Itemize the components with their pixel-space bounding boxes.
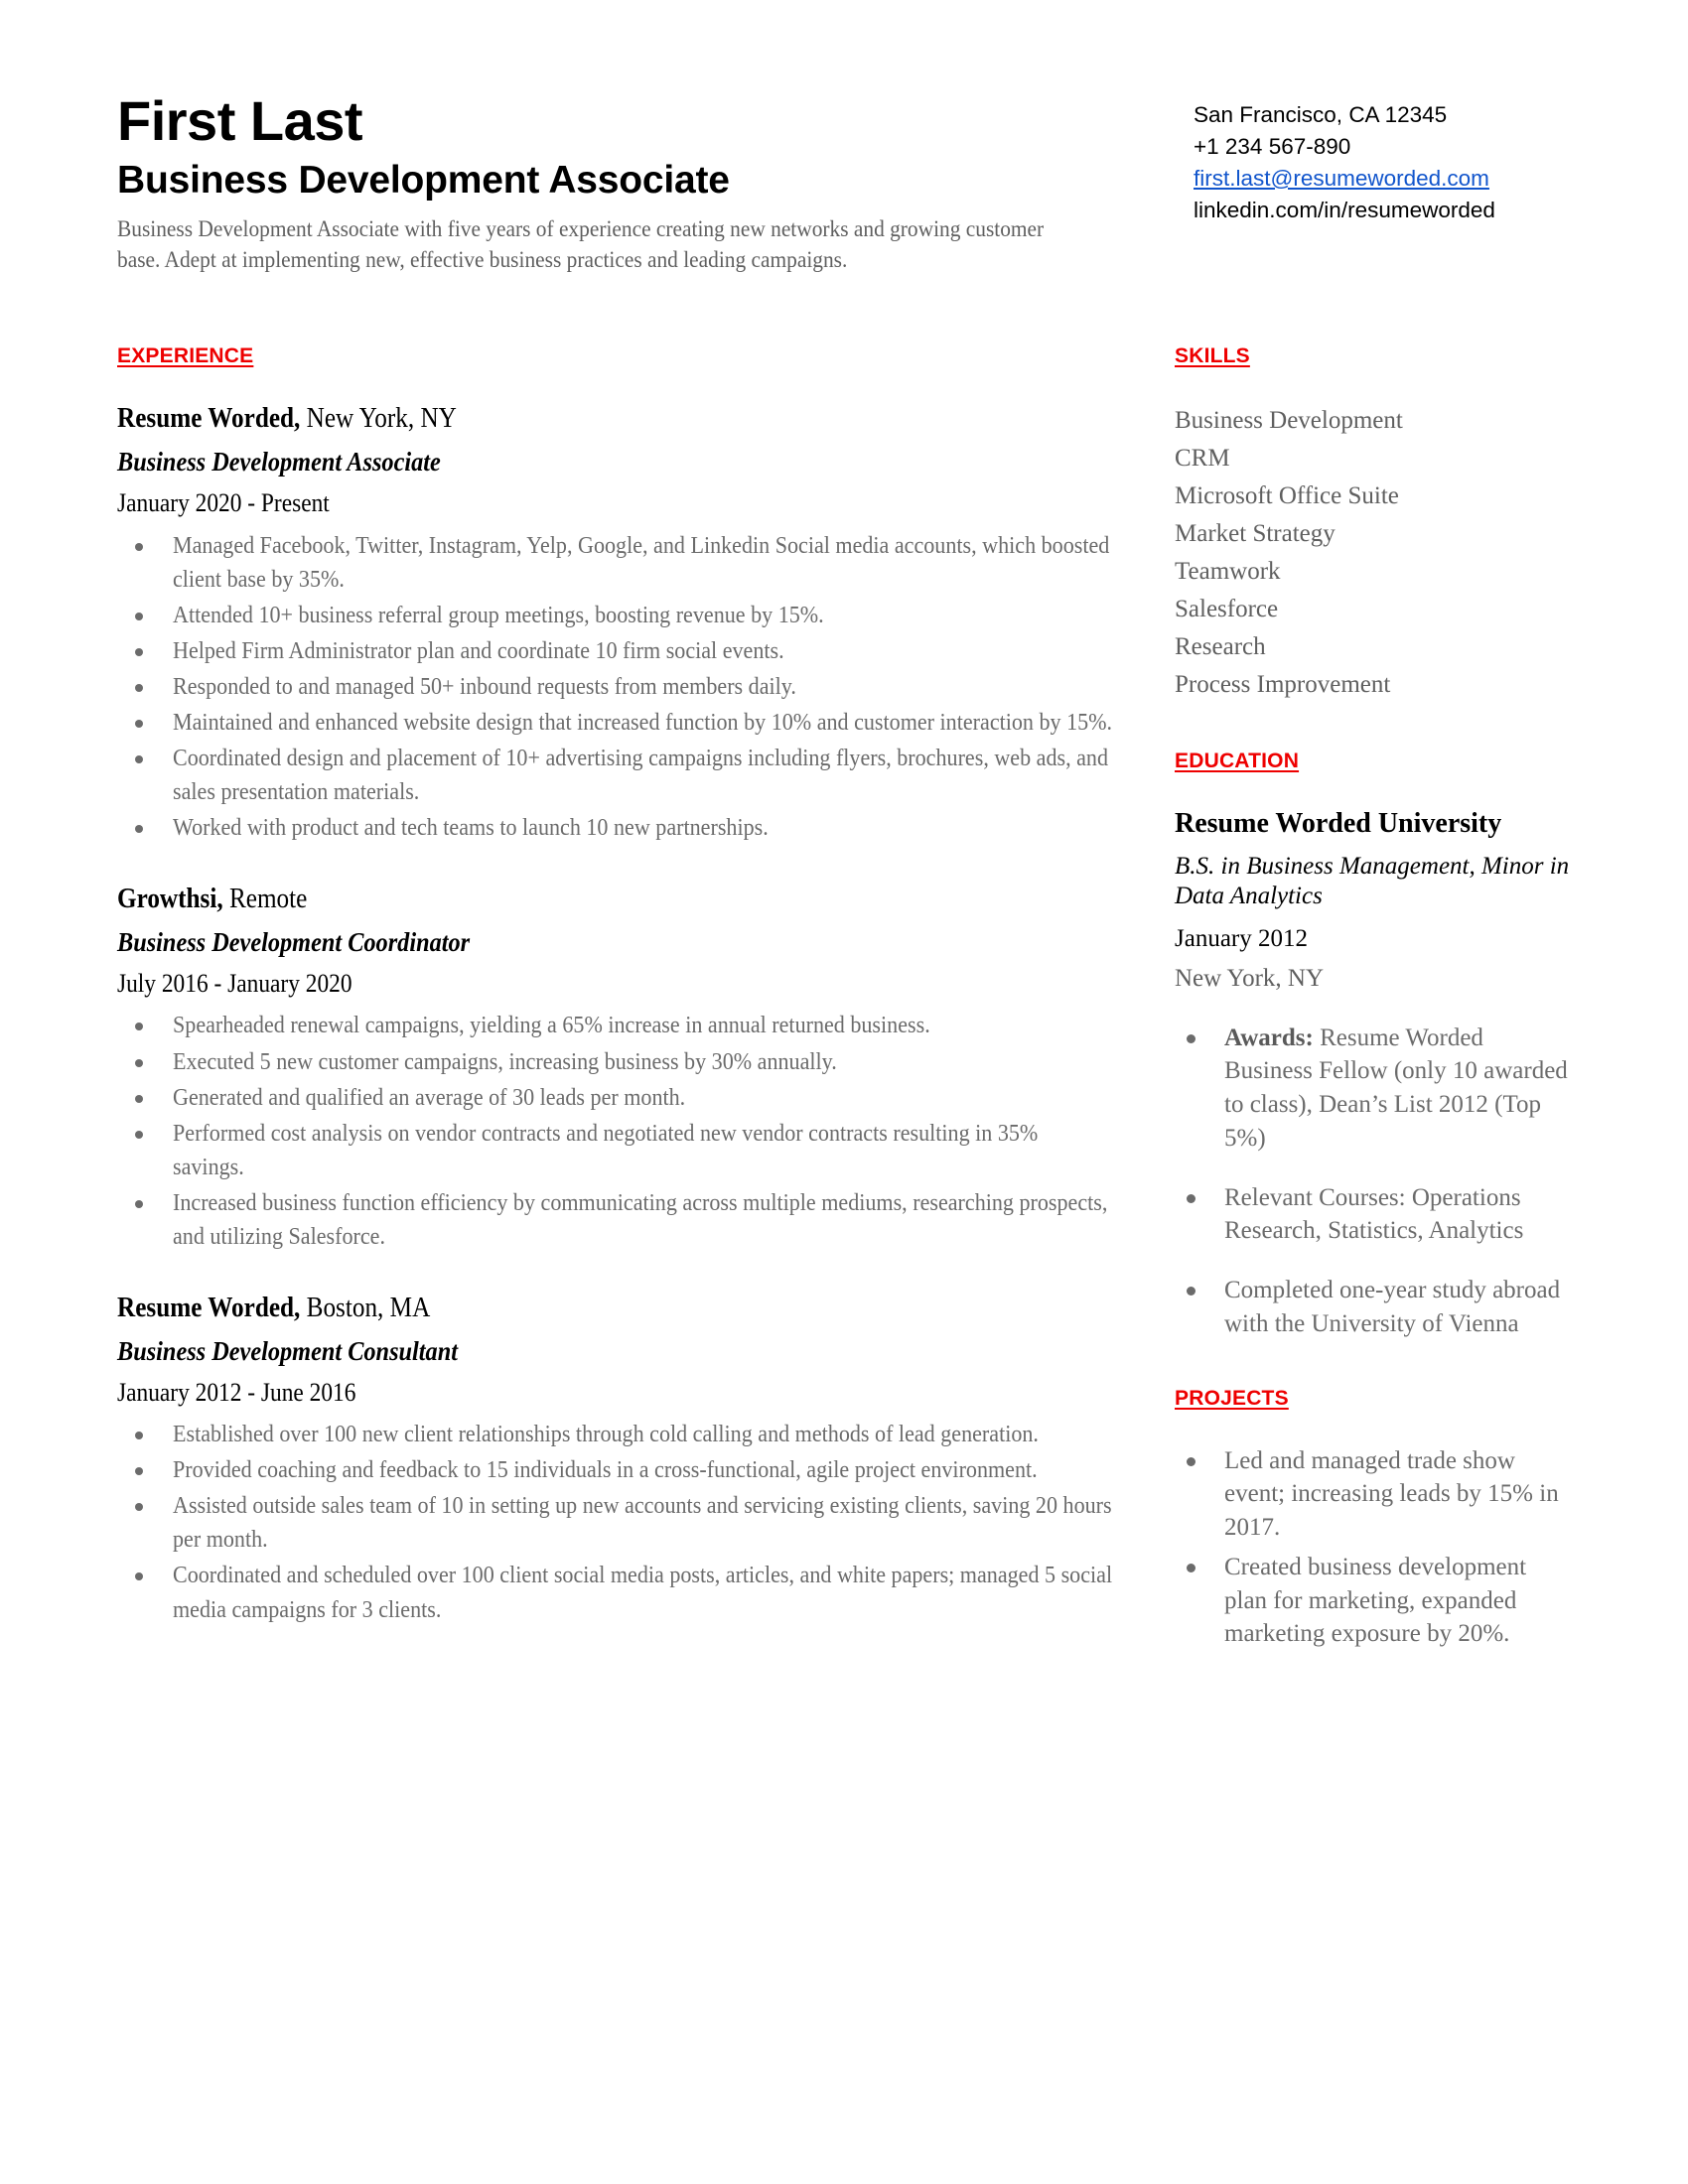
contact-block: San Francisco, CA 12345 +1 234 567-890 f…: [1194, 91, 1571, 226]
contact-location: San Francisco, CA 12345: [1194, 102, 1448, 127]
education-bullet: Awards: Resume Worded Business Fellow (o…: [1175, 1022, 1572, 1156]
header-identity-block: First Last Business Development Associat…: [117, 91, 1090, 275]
education-bullet-list: Awards: Resume Worded Business Fellow (o…: [1175, 1022, 1572, 1341]
skill-item: Business Development: [1175, 407, 1403, 435]
job-location: New York, NY: [300, 403, 457, 435]
column-gutter: [1120, 344, 1175, 1697]
job-location: Boston, MA: [300, 1293, 431, 1323]
skill-item: Microsoft Office Suite: [1175, 482, 1399, 510]
education-bullet: Completed one-year study abroad with the…: [1175, 1274, 1572, 1341]
job-company-line: Growthsi, Remote: [117, 883, 1020, 916]
experience-entry: Growthsi, Remote Business Development Co…: [117, 883, 1120, 1254]
education-location: New York, NY: [1175, 964, 1325, 992]
job-bullet: Responded to and managed 50+ inbound req…: [117, 670, 1120, 704]
section-heading-skills: SKILLS: [1175, 344, 1250, 368]
education-date: January 2012: [1175, 924, 1308, 952]
job-bullet: Coordinated design and placement of 10+ …: [117, 742, 1120, 809]
project-bullet: Led and managed trade show event; increa…: [1175, 1444, 1572, 1545]
job-bullet: Helped Firm Administrator plan and coord…: [117, 634, 1120, 668]
job-bullet: Provided coaching and feedback to 15 ind…: [117, 1453, 1120, 1487]
contact-phone: +1 234 567-890: [1194, 133, 1351, 159]
project-bullet: Created business development plan for ma…: [1175, 1551, 1572, 1651]
education-bullet: Relevant Courses: Operations Research, S…: [1175, 1181, 1572, 1249]
skill-item: Salesforce: [1175, 596, 1279, 623]
job-date-range: January 2020 - Present: [117, 488, 330, 518]
education-bullet-label: Awards:: [1224, 1024, 1314, 1051]
job-bullet-list: Spearheaded renewal campaigns, yielding …: [117, 1009, 1120, 1254]
skill-item: CRM: [1175, 445, 1230, 473]
job-date-range: January 2012 - June 2016: [117, 1377, 356, 1407]
skill-item: Process Improvement: [1175, 671, 1391, 699]
skill-item: Research: [1175, 633, 1266, 661]
resume-header: First Last Business Development Associat…: [117, 91, 1571, 275]
job-date-range: July 2016 - January 2020: [117, 969, 352, 999]
experience-column: EXPERIENCE Resume Worded, New York, NY B…: [117, 344, 1120, 1697]
job-bullet: Maintained and enhanced website design t…: [117, 706, 1120, 740]
job-bullet: Managed Facebook, Twitter, Instagram, Ye…: [117, 529, 1120, 597]
projects-section: PROJECTS Led and managed trade show even…: [1175, 1387, 1572, 1652]
section-heading-projects: PROJECTS: [1175, 1386, 1289, 1410]
job-bullet: Established over 100 new client relation…: [117, 1418, 1120, 1451]
skills-section: SKILLS Business Development CRM Microsof…: [1175, 344, 1572, 704]
job-location: Remote: [222, 884, 308, 915]
job-role-title: Business Development Associate: [117, 447, 441, 477]
job-bullet: Executed 5 new customer campaigns, incre…: [117, 1045, 1120, 1079]
section-heading-experience: EXPERIENCE: [117, 344, 254, 368]
job-company-line: Resume Worded, New York, NY: [117, 402, 1020, 436]
experience-entry: Resume Worded, Boston, MA Business Devel…: [117, 1292, 1120, 1627]
job-bullet: Generated and qualified an average of 30…: [117, 1081, 1120, 1115]
job-bullet: Spearheaded renewal campaigns, yielding …: [117, 1009, 1120, 1042]
resume-body-columns: EXPERIENCE Resume Worded, New York, NY B…: [117, 344, 1571, 1697]
job-bullet: Assisted outside sales team of 10 in set…: [117, 1489, 1120, 1557]
job-bullet: Attended 10+ business referral group mee…: [117, 599, 1120, 632]
job-company-name: Resume Worded,: [117, 403, 301, 435]
job-company-name: Resume Worded,: [117, 1293, 301, 1323]
education-section: EDUCATION Resume Worded University B.S. …: [1175, 750, 1572, 1340]
job-bullet: Performed cost analysis on vendor contra…: [117, 1117, 1120, 1184]
education-bullet-text: Relevant Courses: Operations Research, S…: [1224, 1183, 1524, 1245]
education-school: Resume Worded University: [1175, 808, 1502, 840]
skill-item: Teamwork: [1175, 558, 1281, 586]
contact-email-link[interactable]: first.last@resumeworded.com: [1194, 163, 1571, 195]
professional-summary: Business Development Associate with five…: [117, 216, 1045, 272]
contact-linkedin: linkedin.com/in/resumeworded: [1194, 197, 1495, 222]
education-degree: B.S. in Business Management, Minor in Da…: [1175, 852, 1570, 910]
job-bullet: Increased business function efficiency b…: [117, 1186, 1120, 1254]
skills-list: Business Development CRM Microsoft Offic…: [1175, 402, 1572, 704]
skill-item: Market Strategy: [1175, 520, 1336, 548]
experience-entry: Resume Worded, New York, NY Business Dev…: [117, 402, 1120, 845]
job-role-title: Business Development Consultant: [117, 1335, 458, 1366]
job-company-line: Resume Worded, Boston, MA: [117, 1292, 1020, 1325]
resume-page: First Last Business Development Associat…: [0, 0, 1688, 2184]
projects-bullet-list: Led and managed trade show event; increa…: [1175, 1444, 1572, 1652]
candidate-headline: Business Development Associate: [117, 159, 730, 203]
candidate-name: First Last: [117, 89, 363, 152]
job-role-title: Business Development Coordinator: [117, 926, 471, 957]
sidebar-column: SKILLS Business Development CRM Microsof…: [1175, 344, 1572, 1697]
section-heading-education: EDUCATION: [1175, 750, 1300, 773]
job-bullet-list: Established over 100 new client relation…: [117, 1418, 1120, 1626]
job-company-name: Growthsi,: [117, 884, 223, 915]
job-bullet-list: Managed Facebook, Twitter, Instagram, Ye…: [117, 529, 1120, 846]
job-bullet: Worked with product and tech teams to la…: [117, 811, 1120, 845]
education-bullet-text: Completed one-year study abroad with the…: [1224, 1277, 1561, 1337]
job-bullet: Coordinated and scheduled over 100 clien…: [117, 1559, 1120, 1626]
